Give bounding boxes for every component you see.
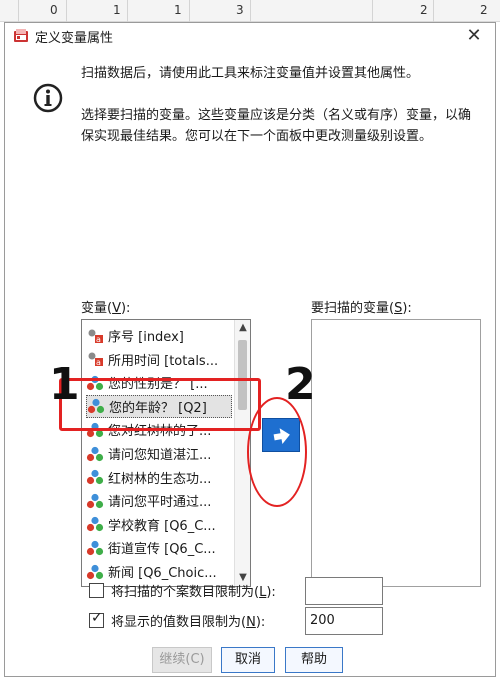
annotation-highlight-rect: [59, 378, 261, 431]
scale-ruler-icon: a: [88, 329, 103, 344]
annotation-number-1: 1: [49, 359, 80, 410]
limit-cases-checkbox[interactable]: [89, 583, 104, 598]
instruction-text: 扫描数据后，请使用此工具来标注变量值并设置其他属性。: [81, 66, 420, 81]
scan-label-prefix: 要扫描的变量(: [311, 301, 395, 316]
grid-line: [66, 0, 67, 22]
annotation-highlight-ellipse: [247, 397, 307, 507]
sheet-cell: 0: [50, 3, 58, 17]
nominal-icon: [86, 540, 104, 555]
scan-variables-label: 要扫描的变量(S):: [311, 297, 412, 316]
continue-button[interactable]: 继续(C): [152, 647, 212, 673]
variables-listbox[interactable]: ▲ ▼ a 序号 [index] a 所用时间 [totals... 您的性别是？ [.…: [81, 319, 251, 587]
limit-values-label-mnemonic: N: [246, 615, 256, 630]
variable-list-item[interactable]: 学校教育 [Q6_C...: [86, 513, 232, 536]
grid-line: [189, 0, 190, 22]
sheet-cell: 2: [480, 3, 488, 17]
variables-label: 变量(V):: [81, 297, 130, 316]
dialog-titlebar[interactable]: 定义变量属性 ✕: [5, 23, 495, 49]
scroll-up-icon[interactable]: ▲: [235, 320, 251, 336]
nominal-icon: [86, 446, 104, 461]
spreadsheet-background: 0 1 1 3 2 2: [0, 0, 500, 22]
grid-line: [433, 0, 434, 22]
variable-label: 请问您平时通过...: [108, 495, 212, 511]
variable-label: 红树林的生态功...: [108, 471, 212, 487]
nominal-icon: [86, 469, 104, 485]
close-icon[interactable]: ✕: [463, 25, 485, 47]
limit-cases-label-prefix: 将扫描的个案数目限制为(: [111, 585, 260, 600]
sheet-cell: 2: [420, 3, 428, 17]
nominal-icon: [86, 517, 104, 532]
variables-label-suffix: ):: [120, 301, 131, 316]
info-icon: [33, 83, 63, 113]
spss-app-icon: [14, 29, 28, 42]
limit-cases-label-suffix: ):: [266, 585, 276, 600]
scale-ruler-icon: a: [88, 352, 103, 367]
help-button[interactable]: 帮助: [285, 647, 343, 673]
variable-list-item[interactable]: 新闻 [Q6_Choic...: [86, 560, 232, 583]
variable-list-item[interactable]: 红树林的生态功...: [86, 466, 232, 489]
variable-label: 街道宣传 [Q6_C...: [108, 542, 216, 558]
sheet-cell: 3: [236, 3, 244, 17]
cancel-button[interactable]: 取消: [221, 647, 275, 673]
variable-label: 请问您知道湛江...: [108, 448, 212, 463]
variables-label-mnemonic: V: [112, 301, 121, 316]
nominal-icon: [86, 564, 104, 579]
limit-values-input[interactable]: 200: [305, 607, 383, 635]
svg-text:a: a: [96, 335, 101, 344]
variable-list-item[interactable]: a 所用时间 [totals...: [86, 348, 232, 371]
svg-text:a: a: [96, 358, 101, 367]
grid-line: [18, 0, 19, 22]
variable-list-item[interactable]: a 序号 [index]: [86, 324, 232, 347]
variables-label-prefix: 变量(: [81, 301, 113, 316]
variable-label: 新闻 [Q6_Choic...: [108, 566, 217, 581]
grid-line: [250, 0, 251, 22]
limit-cases-input[interactable]: [305, 577, 383, 605]
variable-label: 学校教育 [Q6_C...: [108, 518, 216, 534]
limit-values-checkbox[interactable]: ✓: [89, 610, 104, 628]
variable-list-item[interactable]: 街道宣传 [Q6_C...: [86, 536, 232, 559]
limit-values-label-prefix: 将显示的值数目限制为(: [111, 615, 247, 630]
grid-line: [127, 0, 128, 22]
instruction-text-detail: 选择要扫描的变量。这些变量应该是分类（名义或有序）变量，以确保实现最佳结果。您可…: [81, 108, 472, 144]
nominal-icon: [86, 493, 104, 508]
grid-line: [372, 0, 373, 22]
variable-list-item[interactable]: 请问您知道湛江...: [86, 442, 232, 465]
variable-list-item[interactable]: 请问您平时通过...: [86, 489, 232, 512]
sheet-cell: 1: [174, 3, 182, 17]
limit-values-label-suffix: ):: [255, 615, 266, 630]
limit-values-label: 将显示的值数目限制为(N):: [111, 611, 265, 630]
checkmark-icon: ✓: [91, 610, 103, 626]
scan-label-suffix: ):: [402, 301, 412, 316]
scan-variables-listbox[interactable]: [311, 319, 481, 587]
variable-label: 所用时间 [totals...: [108, 353, 219, 369]
dialog-title: 定义变量属性: [35, 31, 114, 46]
annotation-number-2: 2: [285, 359, 316, 410]
define-variable-properties-dialog: 定义变量属性 ✕ 扫描数据后，请使用此工具来标注变量值并设置其他属性。 选择要扫…: [4, 22, 496, 677]
sheet-cell: 1: [113, 3, 121, 17]
limit-cases-label: 将扫描的个案数目限制为(L):: [111, 581, 276, 600]
variable-label: 序号 [index]: [108, 330, 184, 345]
